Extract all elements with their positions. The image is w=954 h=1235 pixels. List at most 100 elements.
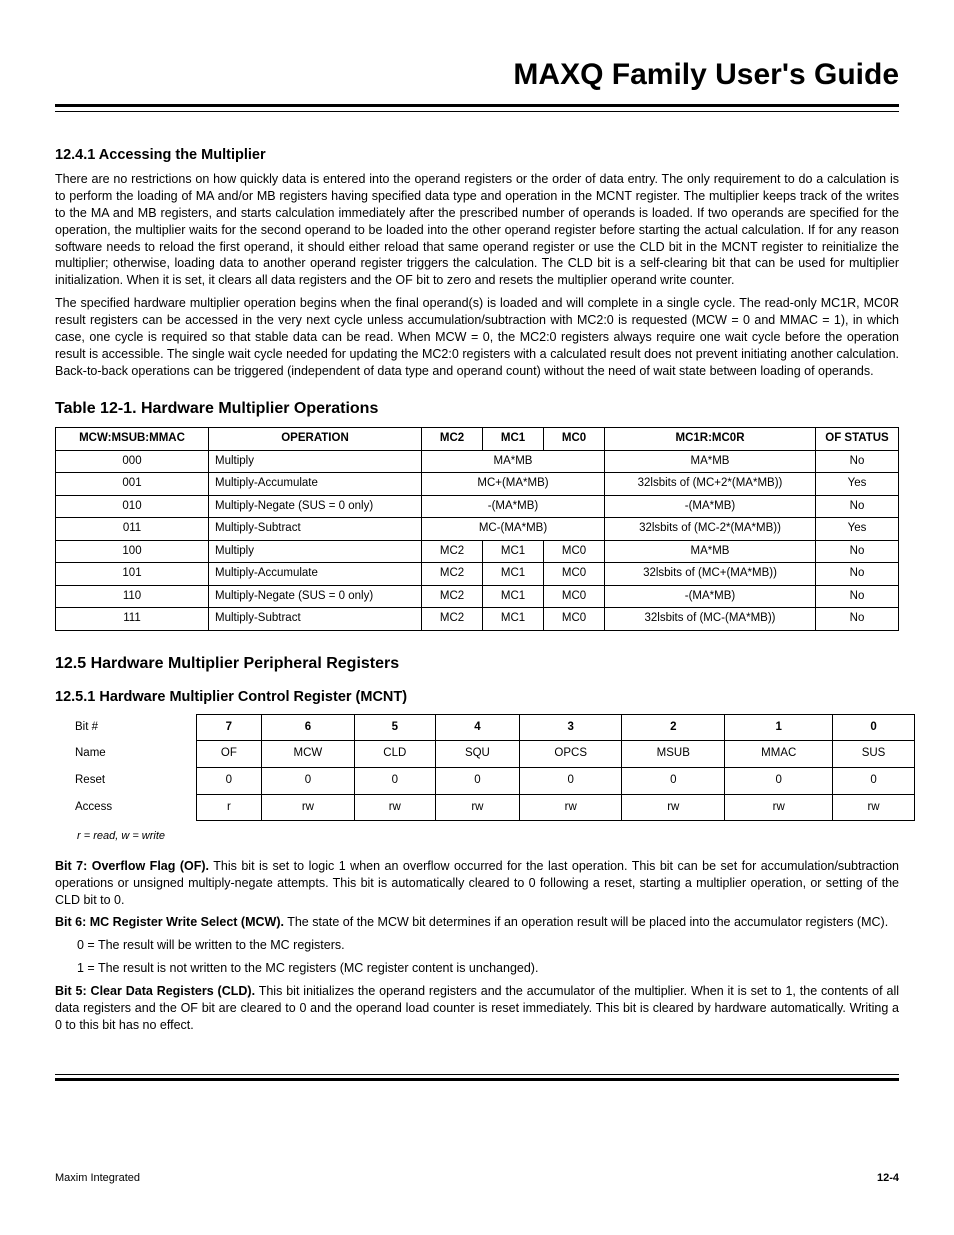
register-cell: 3 — [520, 714, 622, 741]
register-row-label: Name — [75, 741, 197, 768]
table-mcnt-register: Bit #76543210NameOFMCWCLDSQUOPCSMSUBMMAC… — [75, 714, 915, 821]
register-cell: 0 — [833, 767, 915, 794]
register-cell: rw — [725, 794, 833, 821]
cell-code: 100 — [56, 540, 209, 563]
cell-code: 110 — [56, 585, 209, 608]
register-row: NameOFMCWCLDSQUOPCSMSUBMMACSUS — [75, 741, 915, 768]
register-row-label: Bit # — [75, 714, 197, 741]
register-row: Accessrrwrwrwrwrwrwrw — [75, 794, 915, 821]
cell-mc2: MC2 — [422, 585, 483, 608]
register-cell: rw — [622, 794, 725, 821]
cell-mc-merged: MC+(MA*MB) — [422, 473, 605, 496]
register-cell: 4 — [435, 714, 520, 741]
page-number: 12-4 — [877, 1171, 899, 1186]
cell-mc-merged: MA*MB — [422, 450, 605, 473]
cell-mc1: MC1 — [483, 563, 544, 586]
register-cell: 0 — [197, 767, 262, 794]
register-cell: 0 — [622, 767, 725, 794]
bit7-description: Bit 7: Overflow Flag (OF). This bit is s… — [55, 858, 899, 909]
register-cell: 0 — [261, 767, 354, 794]
cell-operation: Multiply-Negate (SUS = 0 only) — [209, 585, 422, 608]
table-row: 011Multiply-SubtractMC-(MA*MB)32lsbits o… — [56, 518, 899, 541]
bit6-text: The state of the MCW bit determines if a… — [284, 915, 888, 929]
table-row: 000MultiplyMA*MBMA*MBNo — [56, 450, 899, 473]
cell-operation: Multiply-Subtract — [209, 608, 422, 631]
table-hardware-multiplier-operations: MCW:MSUB:MMAC OPERATION MC2 MC1 MC0 MC1R… — [55, 427, 899, 631]
table-12-1-caption: Table 12-1. Hardware Multiplier Operatio… — [55, 398, 899, 420]
col-operation: OPERATION — [209, 428, 422, 451]
col-mc1r-mc0r: MC1R:MC0R — [605, 428, 816, 451]
cell-of: Yes — [816, 473, 899, 496]
cell-operation: Multiply-Accumulate — [209, 473, 422, 496]
register-cell: 0 — [355, 767, 435, 794]
section-12-5-heading: 12.5 Hardware Multiplier Peripheral Regi… — [55, 653, 899, 675]
cell-mc0: MC0 — [544, 608, 605, 631]
table-row: 111Multiply-SubtractMC2MC1MC032lsbits of… — [56, 608, 899, 631]
register-row: Reset00000000 — [75, 767, 915, 794]
col-mc0: MC0 — [544, 428, 605, 451]
register-cell: CLD — [355, 741, 435, 768]
bit6-value-0: 0 = The result will be written to the MC… — [77, 937, 899, 954]
cell-mc0: MC0 — [544, 540, 605, 563]
register-cell: rw — [435, 794, 520, 821]
cell-code: 010 — [56, 495, 209, 518]
register-cell: 5 — [355, 714, 435, 741]
cell-mc1r: MA*MB — [605, 540, 816, 563]
register-cell: SQU — [435, 741, 520, 768]
register-cell: 7 — [197, 714, 262, 741]
cell-code: 001 — [56, 473, 209, 496]
col-mcw-msub-mmac: MCW:MSUB:MMAC — [56, 428, 209, 451]
table-row: 010Multiply-Negate (SUS = 0 only)-(MA*MB… — [56, 495, 899, 518]
register-cell: 0 — [520, 767, 622, 794]
cell-mc1r: 32lsbits of (MC-(MA*MB)) — [605, 608, 816, 631]
register-cell: OF — [197, 741, 262, 768]
document-title: MAXQ Family User's Guide — [55, 55, 899, 96]
cell-mc1r: MA*MB — [605, 450, 816, 473]
cell-mc0: MC0 — [544, 585, 605, 608]
register-cell: rw — [261, 794, 354, 821]
cell-mc1r: 32lsbits of (MC+2*(MA*MB)) — [605, 473, 816, 496]
bit6-value-1: 1 = The result is not written to the MC … — [77, 960, 899, 977]
register-cell: 0 — [833, 714, 915, 741]
cell-of: No — [816, 563, 899, 586]
cell-mc2: MC2 — [422, 563, 483, 586]
register-row-label: Reset — [75, 767, 197, 794]
register-cell: rw — [833, 794, 915, 821]
register-table-note: r = read, w = write — [77, 829, 899, 844]
cell-mc1r: 32lsbits of (MC+(MA*MB)) — [605, 563, 816, 586]
register-cell: 0 — [725, 767, 833, 794]
page-footer: Maxim Integrated 12-4 — [55, 1171, 899, 1186]
section-12-5-1-heading: 12.5.1 Hardware Multiplier Control Regis… — [55, 688, 899, 708]
cell-mc2: MC2 — [422, 608, 483, 631]
section-12-4-1-heading: 12.4.1 Accessing the Multiplier — [55, 146, 899, 166]
bit5-label: Bit 5: Clear Data Registers (CLD). — [55, 984, 255, 998]
cell-of: Yes — [816, 518, 899, 541]
cell-operation: Multiply — [209, 540, 422, 563]
register-cell: 2 — [622, 714, 725, 741]
rule-thin — [55, 1074, 899, 1075]
register-cell: SUS — [833, 741, 915, 768]
cell-code: 111 — [56, 608, 209, 631]
cell-of: No — [816, 495, 899, 518]
paragraph: There are no restrictions on how quickly… — [55, 171, 899, 289]
register-row-label: Access — [75, 794, 197, 821]
bit5-description: Bit 5: Clear Data Registers (CLD). This … — [55, 983, 899, 1034]
cell-mc1: MC1 — [483, 608, 544, 631]
cell-mc0: MC0 — [544, 563, 605, 586]
register-cell: MCW — [261, 741, 354, 768]
cell-operation: Multiply-Subtract — [209, 518, 422, 541]
paragraph: The specified hardware multiplier operat… — [55, 295, 899, 379]
cell-mc-merged: MC-(MA*MB) — [422, 518, 605, 541]
cell-operation: Multiply — [209, 450, 422, 473]
rule-thick — [55, 1078, 899, 1081]
cell-of: No — [816, 540, 899, 563]
bit6-description: Bit 6: MC Register Write Select (MCW). T… — [55, 914, 899, 931]
cell-mc1r: -(MA*MB) — [605, 495, 816, 518]
table-row: 100MultiplyMC2MC1MC0MA*MBNo — [56, 540, 899, 563]
register-cell: 6 — [261, 714, 354, 741]
cell-mc1r: -(MA*MB) — [605, 585, 816, 608]
cell-mc1r: 32lsbits of (MC-2*(MA*MB)) — [605, 518, 816, 541]
register-cell: 0 — [435, 767, 520, 794]
rule-thick — [55, 104, 899, 107]
table-row: 110Multiply-Negate (SUS = 0 only)MC2MC1M… — [56, 585, 899, 608]
